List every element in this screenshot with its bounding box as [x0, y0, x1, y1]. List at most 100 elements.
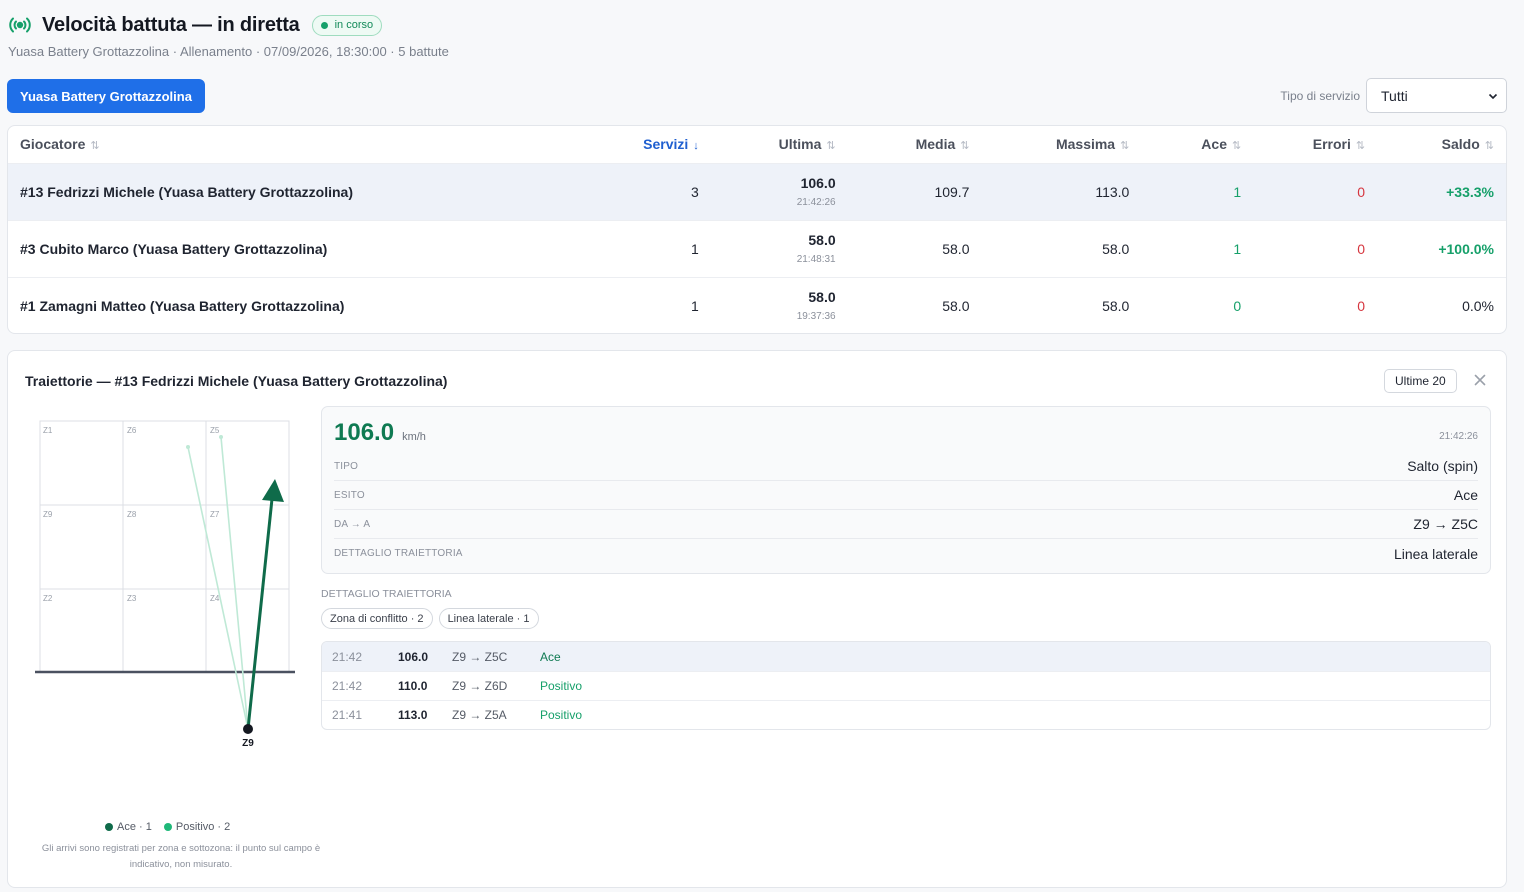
- trajectory-ace: [246, 498, 274, 730]
- ultima-cell: 106.0 21:42:26: [710, 162, 848, 220]
- list-item[interactable]: 21:42 106.0 Z9 → Z5C Ace: [322, 642, 1490, 671]
- sort-icon: ⇅: [1355, 140, 1366, 153]
- status-badge: in corso: [311, 14, 383, 36]
- speed-unit: km/h: [402, 431, 426, 443]
- chip-sideline[interactable]: Linea laterale · 1: [438, 608, 539, 629]
- serve-history-list: 21:42 106.0 Z9 → Z5C Ace 21:42 110.0 Z9 …: [321, 641, 1491, 730]
- column-header-saldo[interactable]: Saldo ⇅: [1377, 126, 1506, 163]
- zone-label: Z7: [210, 510, 220, 519]
- court-footnote: Gli arrivi sono registrati per zona e so…: [41, 843, 321, 870]
- chevron-down-icon: [1488, 93, 1498, 99]
- player-name: #1 Zamagni Matteo (Yuasa Battery Grottaz…: [8, 276, 537, 333]
- media-value: 58.0: [847, 219, 982, 277]
- trajectory-positive: [187, 446, 249, 730]
- errori-value: 0: [1253, 162, 1378, 220]
- servizi-value: 1: [537, 276, 711, 333]
- massima-value: 58.0: [981, 219, 1142, 277]
- serve-origin-dot: [243, 724, 253, 734]
- trajectory-chips: Zona di conflitto · 2 Linea laterale · 1: [321, 608, 545, 629]
- sort-icon: ⇅: [960, 140, 970, 153]
- table-header-row: Giocatore ⇅ Servizi ↓ Ultima ⇅ Media ⇅ Massi…: [8, 126, 1506, 163]
- ace-value: 0: [1141, 276, 1254, 333]
- massima-value: 58.0: [981, 276, 1142, 333]
- serve-time: 21:42:26: [1439, 431, 1478, 442]
- player-name: #3 Cubito Marco (Yuasa Battery Grottazzo…: [8, 219, 537, 277]
- speed-value: 106.0: [334, 419, 395, 446]
- legend-dot-icon: [105, 823, 113, 831]
- saldo-value: +100.0%: [1377, 219, 1506, 277]
- zone-label: Z5: [210, 426, 220, 435]
- serve-origin-label: Z9: [242, 738, 254, 749]
- column-header-errori[interactable]: Errori ⇅: [1253, 126, 1377, 163]
- column-header-player[interactable]: Giocatore ⇅: [8, 126, 537, 163]
- detail-row-trajectory: DETTAGLIO TRAIETTORIA Linea laterale: [334, 545, 1478, 562]
- zone-label: Z4: [210, 594, 220, 603]
- recent-serves-button[interactable]: Ultime 20: [1384, 369, 1457, 393]
- media-value: 109.7: [847, 162, 982, 220]
- service-type-select[interactable]: Tutti: [1366, 78, 1507, 113]
- list-item[interactable]: 21:41 113.0 Z9 → Z5A Positivo: [322, 700, 1490, 729]
- legend-item-ace: Ace · 1: [105, 821, 152, 833]
- serve-detail-card: 106.0 km/h 21:42:26 TIPO Salto (spin) ESI…: [321, 406, 1491, 574]
- court-diagram: Z1 Z6 Z5 Z9 Z8 Z7 Z2 Z3 Z4 Z9: [35, 420, 295, 749]
- table-row[interactable]: #1 Zamagni Matteo (Yuasa Battery Grottaz…: [8, 276, 1506, 333]
- table-row[interactable]: #3 Cubito Marco (Yuasa Battery Grottazzo…: [8, 219, 1506, 277]
- zone-label: Z9: [43, 510, 53, 519]
- page-header: Velocità battuta — in diretta in corso Y…: [8, 12, 1508, 60]
- trajectory-panel: Traiettorie — #13 Fedrizzi Michele (Yuas…: [7, 350, 1507, 888]
- session-subtitle: Yuasa Battery Grottazzolina · Allenament…: [8, 44, 449, 59]
- column-header-media[interactable]: Media ⇅: [848, 126, 982, 163]
- trajectory-legend: Ace · 1 Positivo · 2: [105, 821, 242, 833]
- column-header-ultima[interactable]: Ultima ⇅: [711, 126, 848, 163]
- ace-value: 1: [1141, 162, 1254, 220]
- serve-speed: 106.0 km/h: [334, 419, 426, 447]
- service-type-value: Tutti: [1381, 87, 1408, 104]
- zone-label: Z2: [43, 594, 53, 603]
- sort-icon: ⇅: [90, 140, 100, 153]
- service-type-filter: Tipo di servizio Tutti: [1280, 78, 1507, 113]
- player-name: #13 Fedrizzi Michele (Yuasa Battery Grot…: [8, 162, 537, 220]
- ultima-cell: 58.0 21:48:31: [710, 219, 848, 277]
- servizi-value: 3: [537, 162, 711, 220]
- service-type-label: Tipo di servizio: [1280, 88, 1360, 103]
- saldo-value: +33.3%: [1377, 162, 1506, 220]
- close-icon[interactable]: [1471, 371, 1489, 389]
- column-header-massima[interactable]: Massima ⇅: [981, 126, 1141, 163]
- list-item[interactable]: 21:42 110.0 Z9 → Z6D Positivo: [322, 671, 1490, 700]
- sort-desc-icon: ↓: [693, 140, 699, 153]
- ultima-cell: 58.0 19:37:36: [710, 276, 848, 333]
- sort-icon: ⇅: [826, 140, 836, 153]
- column-header-ace[interactable]: Ace ⇅: [1141, 126, 1253, 163]
- legend-dot-icon: [163, 823, 172, 831]
- trajectory-positive: [220, 436, 249, 730]
- table-row[interactable]: #13 Fedrizzi Michele (Yuasa Battery Grot…: [8, 162, 1506, 220]
- detail-row-esito: ESITO Ace: [334, 481, 1478, 510]
- servizi-value: 1: [537, 219, 711, 277]
- media-value: 58.0: [847, 276, 982, 333]
- massima-value: 113.0: [981, 162, 1142, 220]
- sort-icon: ⇅: [1120, 140, 1130, 153]
- trajectory-title: Traiettorie — #13 Fedrizzi Michele (Yuas…: [25, 373, 448, 389]
- status-label: in corso: [334, 19, 374, 31]
- live-broadcast-icon: [8, 13, 32, 37]
- trajectory-positive-end: [186, 445, 190, 449]
- zone-label: Z6: [127, 426, 137, 435]
- errori-value: 0: [1253, 219, 1378, 277]
- players-table: Giocatore ⇅ Servizi ↓ Ultima ⇅ Media ⇅ Massi…: [8, 126, 1506, 333]
- saldo-value: 0.0%: [1377, 276, 1506, 333]
- team-filter-button[interactable]: Yuasa Battery Grottazzolina: [7, 79, 205, 113]
- zone-label: Z1: [43, 426, 53, 435]
- detail-row-tipo: TIPO Salto (spin): [334, 452, 1478, 481]
- trajectory-ace-arrowhead: [262, 479, 284, 502]
- detail-row-route: DA → A Z9 → Z5C: [334, 510, 1478, 539]
- zone-label: Z3: [127, 594, 137, 603]
- zone-label: Z8: [127, 510, 137, 519]
- ace-value: 1: [1141, 219, 1254, 277]
- column-header-servizi[interactable]: Servizi ↓: [537, 126, 711, 163]
- sort-icon: ⇅: [1484, 140, 1494, 153]
- sort-icon: ⇅: [1231, 140, 1242, 153]
- trajectory-positive-end: [219, 435, 223, 439]
- status-dot-icon: [320, 21, 328, 29]
- players-table-card: Giocatore ⇅ Servizi ↓ Ultima ⇅ Media ⇅ Massi…: [7, 125, 1507, 334]
- chip-conflict-zone[interactable]: Zona di conflitto · 2: [321, 608, 433, 629]
